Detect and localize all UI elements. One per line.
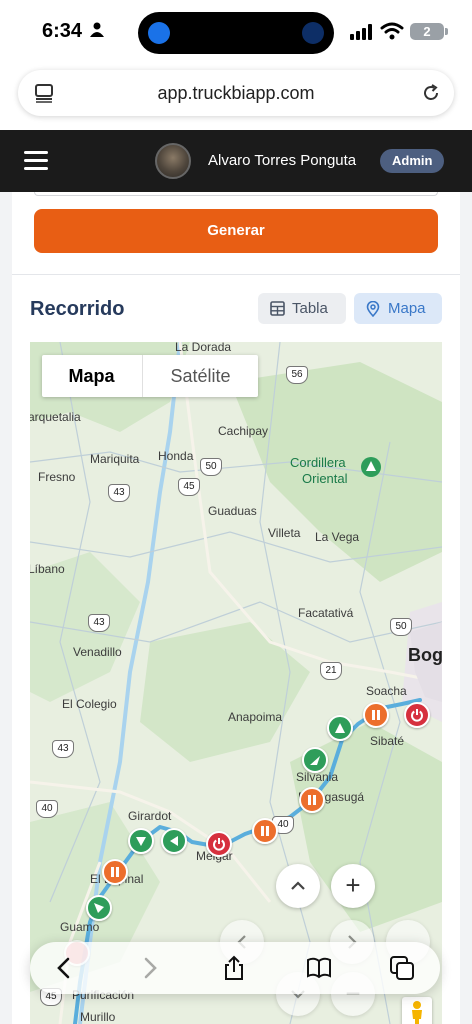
engine-off-marker[interactable]	[404, 702, 430, 728]
road-shield: 43	[108, 484, 130, 502]
browser-toolbar	[30, 942, 440, 994]
road-shield: 56	[286, 366, 308, 384]
place-label: Guamo	[60, 920, 100, 934]
road-shield: 43	[52, 740, 74, 758]
map-type-control: Mapa Satélite	[42, 355, 258, 397]
user-name: Alvaro Torres Ponguta	[208, 152, 357, 169]
place-label: Cordillera	[290, 455, 346, 470]
address-bar[interactable]: app.truckbiapp.com	[18, 70, 454, 116]
place-label: Líbano	[30, 562, 65, 576]
street-view-pegman[interactable]	[402, 997, 432, 1024]
zoom-up-arrow[interactable]	[276, 864, 320, 908]
place-label: Mariquita	[90, 452, 140, 466]
dynamic-island	[138, 12, 334, 54]
place-label: El Colegio	[62, 697, 117, 711]
map-type-satellite-option[interactable]: Satélite	[142, 355, 258, 397]
location-pin-icon	[366, 301, 380, 317]
tabs-icon[interactable]	[388, 954, 416, 982]
place-label: Murillo	[80, 1010, 116, 1024]
screen: 6:34 2 app.truckbiapp.com Alvaro Torres …	[0, 0, 472, 1024]
road-shield: 45	[178, 478, 200, 496]
place-label: Guaduas	[208, 504, 257, 518]
section-title: Recorrido	[30, 298, 125, 320]
moving-marker[interactable]	[302, 747, 328, 773]
moving-marker[interactable]	[327, 715, 353, 741]
place-label: La Dorada	[175, 342, 232, 354]
person-icon	[90, 22, 104, 37]
url-text: app.truckbiapp.com	[157, 83, 315, 103]
moving-marker[interactable]	[86, 895, 112, 921]
place-label: Villeta	[268, 526, 301, 540]
map-type-map-option[interactable]: Mapa	[42, 355, 141, 397]
place-label: Cachipay	[218, 424, 269, 438]
reload-icon[interactable]	[420, 82, 442, 104]
place-label: Facatativá	[298, 606, 354, 620]
battery-indicator: 2	[410, 23, 448, 40]
place-label: Sibaté	[370, 734, 405, 748]
road-shield: 21	[320, 662, 342, 680]
app-header: Alvaro Torres Ponguta Admin	[0, 130, 472, 192]
place-label: Fresno	[38, 470, 76, 484]
stop-marker[interactable]	[252, 818, 278, 844]
bookmarks-icon[interactable]	[305, 954, 333, 982]
pegman-icon	[412, 1001, 422, 1024]
activity-icon	[302, 22, 324, 44]
place-label: Venadillo	[73, 645, 122, 659]
park-icon	[361, 457, 381, 477]
stop-marker[interactable]	[102, 859, 128, 885]
browser-address-area: app.truckbiapp.com	[0, 64, 472, 130]
route-map[interactable]: Mapa Satélite La Dorada arquetalia Cachi…	[30, 342, 442, 1024]
table-view-label: Tabla	[292, 300, 328, 317]
status-time: 6:34	[42, 20, 83, 42]
chevron-up-icon	[291, 881, 305, 890]
zoom-in-button[interactable]: +	[331, 864, 375, 908]
engine-off-marker[interactable]	[206, 831, 232, 857]
stop-marker[interactable]	[363, 702, 389, 728]
place-label: Soacha	[366, 684, 407, 698]
road-shield: 40	[36, 800, 58, 818]
share-icon[interactable]	[220, 954, 248, 982]
avatar[interactable]	[155, 143, 191, 179]
place-label: Girardot	[128, 809, 172, 823]
table-view-button[interactable]: Tabla	[258, 293, 346, 324]
forward-icon[interactable]	[136, 954, 164, 982]
generate-button[interactable]: Generar	[34, 209, 438, 253]
shazam-icon	[148, 22, 170, 44]
place-label: Honda	[158, 449, 194, 463]
map-view-button[interactable]: Mapa	[354, 293, 442, 324]
status-bar: 6:34 2	[0, 0, 472, 64]
place-label: Anapoima	[228, 710, 283, 724]
road-shield: 50	[200, 458, 222, 476]
road-shield: 50	[390, 618, 412, 636]
back-icon[interactable]	[50, 954, 78, 982]
report-card: Generar Recorrido Tabla Mapa Mapa Satéli…	[12, 192, 460, 1024]
menu-icon[interactable]	[24, 151, 48, 171]
divider	[12, 274, 460, 275]
wifi-icon	[380, 22, 404, 40]
stop-marker[interactable]	[299, 787, 325, 813]
moving-marker[interactable]	[161, 828, 187, 854]
road-shield: 43	[88, 614, 110, 632]
map-view-label: Mapa	[388, 300, 426, 317]
place-label: La Vega	[315, 530, 360, 544]
place-label: Bog	[408, 645, 442, 665]
cellular-signal-icon	[350, 24, 372, 40]
place-label: Oriental	[302, 471, 348, 486]
role-badge: Admin	[380, 149, 445, 173]
table-icon	[270, 301, 285, 316]
place-label: arquetalia	[30, 410, 81, 424]
moving-marker[interactable]	[128, 828, 154, 854]
filter-field-bottom-edge	[34, 192, 438, 196]
